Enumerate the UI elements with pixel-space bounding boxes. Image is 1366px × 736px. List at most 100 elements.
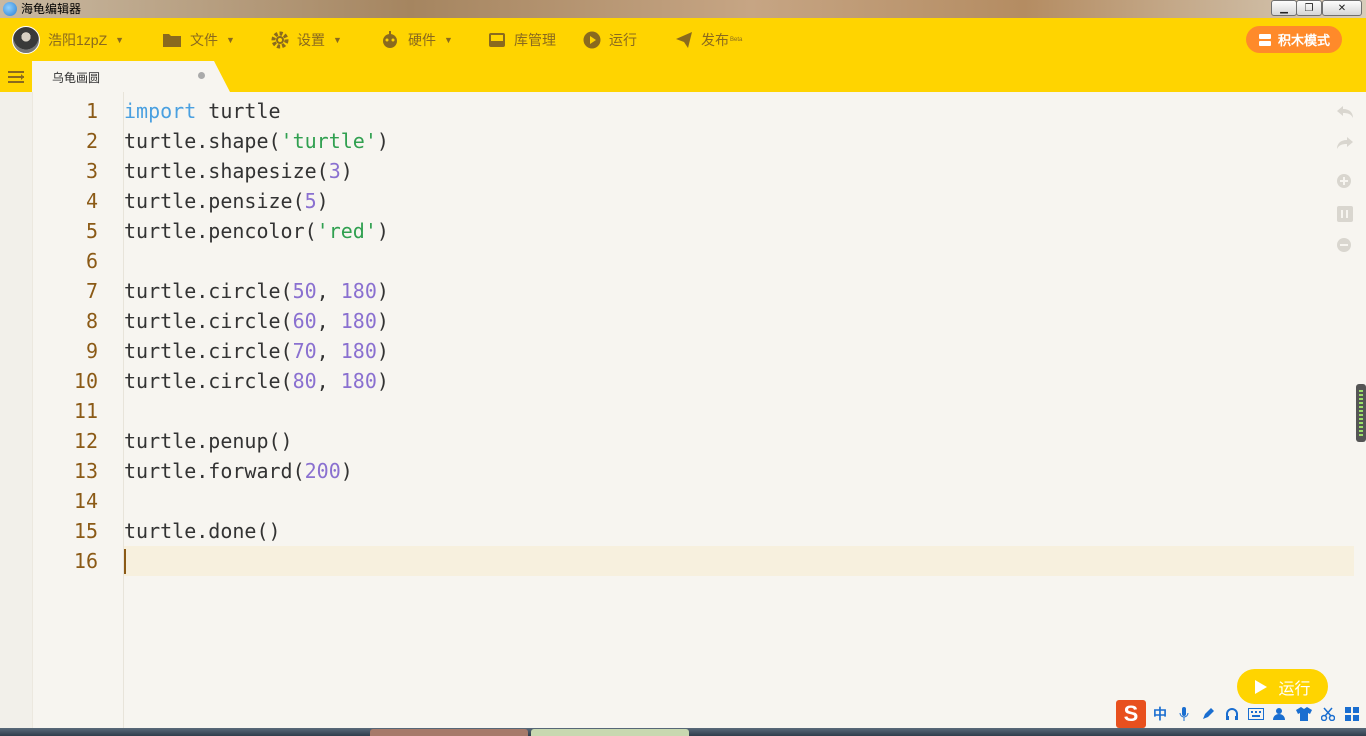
user-name: 浩阳1zpZ: [48, 31, 108, 48]
file-menu[interactable]: 文件 ▼: [162, 18, 235, 61]
code-line[interactable]: turtle.penup(): [124, 426, 293, 456]
window-title-bar: 海龟编辑器 ▁ ❐ ✕: [0, 0, 1366, 18]
code-token: ): [340, 459, 353, 483]
code-token: ): [376, 369, 389, 393]
block-mode-label: 积木模式: [1277, 33, 1330, 48]
code-line[interactable]: turtle.forward(200): [124, 456, 353, 486]
code-line[interactable]: turtle.circle(70, 180): [124, 336, 389, 366]
code-token: 200: [304, 459, 341, 483]
library-manager-button[interactable]: 库管理: [488, 18, 556, 61]
code-editor[interactable]: import turtle turtle.shape('turtle') turtl…: [0, 92, 1366, 728]
redo-button[interactable]: [1335, 133, 1355, 153]
floating-run-button[interactable]: 运行: [1237, 669, 1328, 704]
code-token: 180: [340, 309, 377, 333]
hardware-menu[interactable]: 硬件 ▼: [380, 18, 453, 61]
line-number: 7: [85, 279, 98, 303]
os-taskbar: [0, 728, 1366, 736]
shirt-icon[interactable]: [1294, 704, 1314, 724]
code-token: 'red': [316, 219, 377, 243]
line-number: 4: [85, 189, 98, 213]
code-token: turtle.circle(: [124, 339, 293, 363]
scissors-icon[interactable]: [1318, 704, 1338, 724]
code-token: turtle.shape(: [124, 129, 281, 153]
pen-icon[interactable]: [1198, 704, 1218, 724]
code-token: ): [376, 219, 389, 243]
floating-run-label: 运行: [1278, 680, 1311, 698]
code-token: turtle.circle(: [124, 309, 293, 333]
chevron-down-icon: ▼: [333, 34, 342, 45]
settings-menu[interactable]: 设置 ▼: [271, 18, 342, 61]
code-line[interactable]: turtle.circle(60, 180): [124, 306, 389, 336]
code-token: 180: [340, 339, 377, 363]
code-token: ): [340, 159, 353, 183]
main-toolbar: 浩阳1zpZ ▼ 文件 ▼ 设置 ▼ 硬件 ▼ 库管理 运行 发布 Beta 积…: [0, 18, 1366, 61]
undo-icon: [1337, 106, 1353, 118]
taskbar-app-button[interactable]: [370, 729, 528, 736]
line-number: 14: [73, 489, 98, 513]
code-token: ): [376, 309, 389, 333]
minimize-button[interactable]: ▁: [1271, 0, 1297, 16]
chevron-down-icon: ▼: [115, 34, 125, 45]
code-line[interactable]: turtle.shapesize(3): [124, 156, 353, 186]
sidebar-toggle-button[interactable]: [0, 61, 32, 92]
code-line[interactable]: turtle.done(): [124, 516, 281, 546]
run-button[interactable]: 运行: [583, 18, 637, 61]
sogou-logo-icon[interactable]: S: [1116, 700, 1146, 728]
code-token: 80: [292, 369, 317, 393]
code-line[interactable]: turtle.circle(80, 180): [124, 366, 389, 396]
keyboard-icon[interactable]: [1246, 704, 1266, 724]
code-token: turtle: [196, 99, 281, 123]
user-icon[interactable]: [1270, 704, 1290, 724]
maximize-button[interactable]: ❐: [1296, 0, 1322, 16]
file-menu-label: 文件: [190, 31, 218, 48]
headset-icon[interactable]: [1222, 704, 1242, 724]
gear-icon: [271, 31, 289, 48]
code-line[interactable]: turtle.pencolor('red'): [124, 216, 389, 246]
avatar[interactable]: [12, 25, 40, 54]
code-token: import: [124, 99, 197, 123]
redo-icon: [1337, 137, 1353, 149]
publish-button[interactable]: 发布 Beta: [675, 18, 742, 61]
code-token: ,: [316, 279, 341, 303]
play-circle-icon: [583, 31, 601, 48]
paper-plane-icon: [676, 31, 692, 48]
close-button[interactable]: ✕: [1322, 0, 1362, 16]
code-line[interactable]: import turtle: [124, 96, 281, 126]
code-token: ): [316, 189, 329, 213]
zoom-out-button[interactable]: [1335, 236, 1355, 256]
block-mode-button[interactable]: 积木模式: [1246, 26, 1342, 53]
tab-bar: 乌龟画圆: [0, 61, 1366, 92]
code-token: turtle.penup(): [124, 429, 293, 453]
line-number: 6: [85, 249, 98, 273]
tab-file[interactable]: 乌龟画圆: [32, 61, 230, 92]
folder-icon: [163, 33, 181, 47]
code-token: ): [376, 279, 389, 303]
text-cursor: [124, 549, 126, 574]
code-token: turtle.shapesize(: [124, 159, 329, 183]
code-token: 3: [328, 159, 341, 183]
settings-menu-label: 设置: [297, 31, 325, 48]
active-line-highlight: [124, 546, 1354, 576]
scrollbar-thumb[interactable]: [1356, 384, 1366, 442]
publish-button-label: 发布: [701, 31, 729, 48]
code-line[interactable]: turtle.shape('turtle'): [124, 126, 389, 156]
code-token: turtle.circle(: [124, 369, 293, 393]
code-token: ): [376, 129, 389, 153]
user-menu[interactable]: 浩阳1zpZ ▼: [12, 18, 124, 61]
code-token: turtle.done(): [124, 519, 281, 543]
taskbar-app-button[interactable]: [531, 729, 689, 736]
code-token: 70: [292, 339, 317, 363]
code-line[interactable]: turtle.pensize(5): [124, 186, 329, 216]
line-number: 11: [73, 399, 98, 423]
microphone-icon[interactable]: [1174, 704, 1194, 724]
code-token: ,: [316, 369, 341, 393]
code-line[interactable]: turtle.circle(50, 180): [124, 276, 389, 306]
unsaved-dot-icon[interactable]: [198, 72, 205, 79]
grid-icon[interactable]: [1342, 704, 1362, 724]
play-icon: [1255, 679, 1268, 694]
tab-file-name: 乌龟画圆: [52, 71, 101, 85]
undo-button[interactable]: [1335, 102, 1355, 122]
input-mode-toggle[interactable]: 中: [1150, 704, 1170, 724]
reset-zoom-button[interactable]: [1335, 204, 1355, 224]
zoom-in-button[interactable]: [1335, 172, 1355, 192]
